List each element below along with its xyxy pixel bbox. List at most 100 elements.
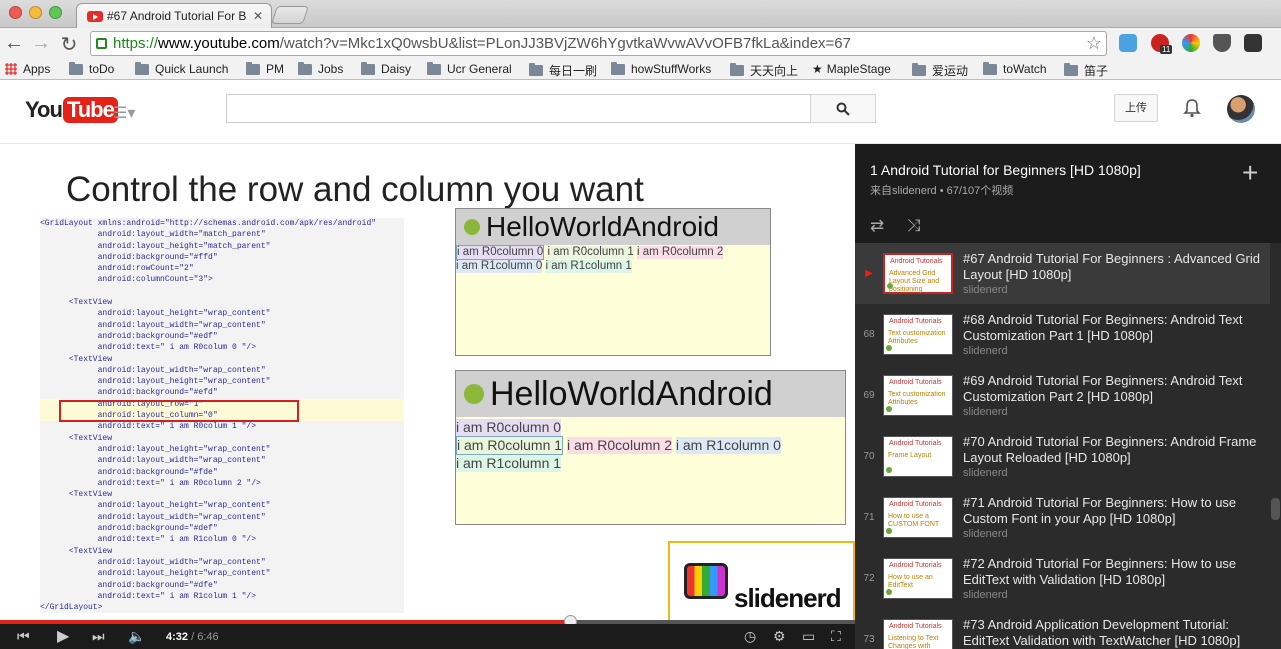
bookmark-folder[interactable]: 天天向上 [730,62,798,79]
playlist-item-title[interactable]: #73 Android Application Development Tuto… [963,617,1263,649]
playlist-item[interactable]: ▶ Android Tutorials Advanced Grid Layout S… [855,243,1270,304]
bookmark-folder[interactable]: howStuffWorks [611,61,711,76]
playlist-item-title[interactable]: #67 Android Tutorial For Beginners : Adv… [963,251,1263,283]
previous-icon[interactable]: ⏮ [17,628,30,645]
url-scheme: https:// [113,35,159,52]
video-thumbnail[interactable]: Android Tutorials Frame Layout [883,436,953,477]
guide-menu-icon[interactable]: ☰▾ [113,103,135,123]
notification-bell-icon[interactable] [1183,98,1201,118]
bookmark-folder[interactable]: Quick Launch [135,61,228,76]
folder-icon [246,61,260,75]
extension-colorful-icon[interactable] [1182,34,1200,52]
video-thumbnail[interactable]: Android Tutorials Listening to Text Chang… [883,619,953,649]
settings-gear-icon[interactable]: ⚙ [773,628,786,645]
bookmark-folder[interactable]: toDo [69,61,114,76]
grid-cell: i am R1column 1 [456,455,562,472]
code-line: <TextView [40,489,404,501]
volume-icon[interactable]: 🔈 [128,628,145,645]
folder-icon [529,63,543,76]
bookmark-folder[interactable]: toWatch [983,61,1047,76]
address-bar[interactable]: https://www.youtube.com/watch?v=Mkc1xQ0w… [90,31,1107,56]
folder-icon [298,61,312,75]
android-icon [464,219,480,235]
playlist-item-title[interactable]: #69 Android Tutorial For Beginners: Andr… [963,373,1263,405]
shuffle-icon[interactable]: ⤨ [907,216,921,235]
bookmark-star-icon[interactable]: ☆ [1086,32,1102,55]
video-thumbnail[interactable]: Android Tutorials Advanced Grid Layout Si… [883,253,953,294]
playlist-title[interactable]: 1 Android Tutorial for Beginners [HD 108… [870,162,1141,178]
reload-icon[interactable]: ↻ [58,32,80,57]
new-tab-button[interactable] [271,6,309,24]
playlist-item-title[interactable]: #72 Android Tutorial For Beginners: How … [963,556,1263,588]
zoom-window-button[interactable] [49,6,62,19]
bookmark-folder[interactable]: 笛子 [1064,62,1108,79]
bookmark-folder[interactable]: Daisy [361,61,411,76]
playlist-item[interactable]: 69 Android Tutorials Text customization At… [855,365,1270,426]
loop-icon[interactable]: ⇄ [870,216,884,235]
code-line: android:columnCount="3"> [40,274,404,286]
playlist-scrollbar[interactable] [1270,243,1281,649]
playlist-item[interactable]: 70 Android Tutorials Frame Layout #70 Andro… [855,426,1270,487]
code-line: android:text=" i am R0column 2 "/> [40,477,404,490]
thumbnail-caption: Text customization Attributes [888,391,946,406]
youtube-masthead: You Tube ☰▾ 上传 [0,81,1281,144]
youtube-logo[interactable]: You Tube [25,97,118,123]
extension-glasses-icon[interactable] [1244,34,1262,52]
minimize-window-button[interactable] [29,6,42,19]
playlist-item[interactable]: 71 Android Tutorials How to use a CUSTOM F… [855,487,1270,548]
video-thumbnail[interactable]: Android Tutorials Text customization Attr… [883,314,953,355]
tab-close-icon[interactable]: ✕ [253,9,263,23]
bookmark-apps[interactable]: Apps [5,62,50,76]
bookmark-folder[interactable]: PM [246,61,284,76]
add-to-playlist-icon[interactable]: + [1242,159,1258,187]
grid-cell: i am R1column 0 [675,437,781,454]
grid-cell: i am R0column 2 [566,437,672,454]
next-icon[interactable]: ⏭ [92,628,105,645]
video-thumbnail[interactable]: Android Tutorials How to use a CUSTOM FON… [883,497,953,538]
bookmark-folder[interactable]: 爱运动 [912,62,968,79]
thumbnail-header: Android Tutorials [890,258,943,265]
video-thumbnail[interactable]: Android Tutorials How to use an EditText [883,558,953,599]
playlist-item[interactable]: 73 Android Tutorials Listening to Text Cha… [855,609,1270,649]
watch-later-icon[interactable]: ◷ [744,628,756,645]
duration: / 6:46 [191,631,219,643]
code-line: android:background="#ffd" [40,251,404,264]
forward-arrow-icon[interactable]: → [30,32,52,55]
playlist-item-title[interactable]: #68 Android Tutorial For Beginners: Andr… [963,312,1263,344]
theater-mode-icon[interactable]: ▭ [802,628,815,645]
upload-button[interactable]: 上传 [1114,94,1158,122]
pocket-icon[interactable] [1213,34,1231,52]
playlist-panel: 1 Android Tutorial for Beginners [HD 108… [855,144,1281,649]
playlist-item-title[interactable]: #71 Android Tutorial For Beginners: How … [963,495,1263,527]
bookmark-maplestage[interactable]: ★ MapleStage [812,62,891,76]
bookmark-folder[interactable]: 每日一刷 [529,62,597,79]
search-input[interactable] [226,94,816,123]
grid-cell: i am R0column 2 [637,246,724,259]
close-window-button[interactable] [9,6,22,19]
playlist-item-title[interactable]: #70 Android Tutorial For Beginners: Andr… [963,434,1263,466]
browser-tab-active[interactable]: #67 Android Tutorial For B ✕ [76,3,272,28]
play-icon[interactable]: ▶ [57,626,69,646]
extension-bird-icon[interactable] [1119,34,1137,52]
apps-grid-icon [5,63,17,75]
video-player[interactable]: Control the row and column you want <Gri… [0,144,855,649]
android-dot-icon [887,283,893,289]
search-button[interactable] [810,94,876,123]
tab-title: #67 Android Tutorial For B [107,9,247,23]
playlist-item[interactable]: 72 Android Tutorials How to use an EditTex… [855,548,1270,609]
playlist-item[interactable]: 68 Android Tutorials Text customization At… [855,304,1270,365]
bookmark-folder[interactable]: Ucr General [427,61,512,76]
code-line: android:layout_height="wrap_content" [40,376,404,388]
avatar[interactable] [1227,95,1255,123]
folder-icon [135,61,149,75]
video-thumbnail[interactable]: Android Tutorials Text customization Attr… [883,375,953,416]
url-host: www.youtube.com [158,35,280,52]
scrollbar-thumb[interactable] [1271,498,1280,520]
bookmark-folder[interactable]: Jobs [298,61,343,76]
back-arrow-icon[interactable]: ← [3,32,25,55]
playlist-item-index: 69 [863,390,875,401]
code-line: android:layout_width="wrap_content" [40,455,404,467]
folder-icon [983,61,997,75]
slide-title: Control the row and column you want [66,170,644,209]
fullscreen-icon[interactable]: ⛶ [831,628,841,645]
